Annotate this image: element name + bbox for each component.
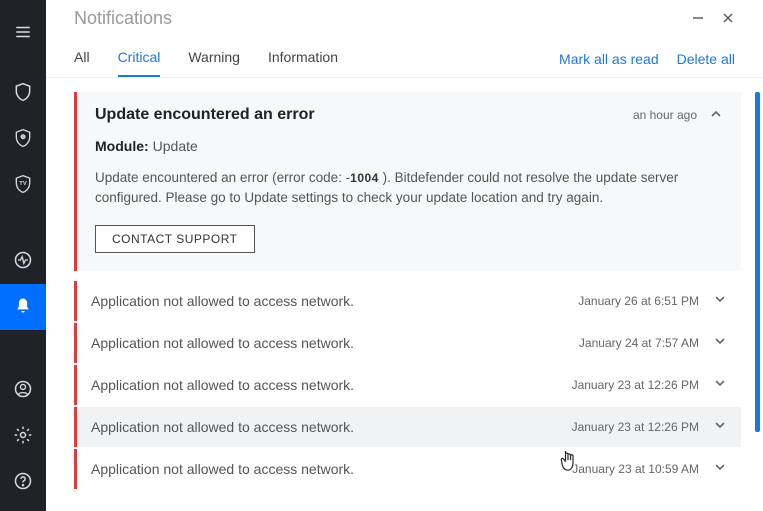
notification-row-time: January 23 at 10:59 AM: [572, 462, 699, 476]
notification-row-time: January 23 at 12:26 PM: [572, 378, 699, 392]
close-icon: [722, 11, 734, 27]
notification-row-msg: Application not allowed to access networ…: [91, 419, 572, 435]
tab-bar: All Critical Warning Information Mark al…: [46, 33, 763, 78]
expand-button[interactable]: [713, 420, 727, 434]
notification-title: Update encountered an error: [95, 106, 633, 124]
chevron-down-icon: [714, 293, 726, 308]
menu-button[interactable]: [0, 10, 46, 56]
sidebar-item-shield-tv[interactable]: TV: [0, 162, 46, 208]
minimize-icon: [692, 11, 704, 27]
notification-row[interactable]: Application not allowed to access networ…: [74, 281, 741, 321]
sidebar-item-activity[interactable]: [0, 238, 46, 284]
notification-row[interactable]: Application not allowed to access networ…: [74, 449, 741, 489]
chevron-down-icon: [714, 377, 726, 392]
scrollbar-thumb[interactable]: [755, 92, 760, 432]
notification-row-msg: Application not allowed to access networ…: [91, 335, 579, 351]
sidebar-item-help[interactable]: [0, 459, 46, 505]
close-button[interactable]: [713, 9, 743, 29]
sidebar: TV: [0, 0, 46, 511]
expand-button[interactable]: [713, 462, 727, 476]
contact-support-button[interactable]: CONTACT SUPPORT: [95, 225, 255, 253]
page-title: Notifications: [74, 8, 683, 29]
notification-time: an hour ago: [633, 108, 697, 122]
expand-button[interactable]: [713, 294, 727, 308]
notification-row-msg: Application not allowed to access networ…: [91, 461, 572, 477]
shield-icon: [13, 82, 33, 105]
sidebar-item-notifications[interactable]: [0, 284, 46, 330]
tab-information[interactable]: Information: [268, 43, 338, 77]
notification-row[interactable]: Application not allowed to access networ…: [74, 407, 741, 447]
user-icon: [13, 379, 33, 402]
notification-row-time: January 23 at 12:26 PM: [572, 420, 699, 434]
delete-all-link[interactable]: Delete all: [677, 51, 735, 67]
collapse-button[interactable]: [709, 108, 723, 122]
notification-module: Module:Update: [95, 138, 723, 154]
expand-button[interactable]: [713, 378, 727, 392]
gear-icon: [13, 425, 33, 448]
notification-row-msg: Application not allowed to access networ…: [91, 293, 578, 309]
notification-row[interactable]: Application not allowed to access networ…: [74, 323, 741, 363]
chevron-down-icon: [714, 461, 726, 476]
notifications-list: Update encountered an error an hour ago …: [46, 78, 763, 511]
notification-row-time: January 24 at 7:57 AM: [579, 336, 699, 350]
tab-critical[interactable]: Critical: [118, 43, 161, 77]
tab-all[interactable]: All: [74, 43, 90, 77]
titlebar: Notifications: [46, 0, 763, 33]
sidebar-item-settings[interactable]: [0, 413, 46, 459]
notification-row[interactable]: Application not allowed to access networ…: [74, 365, 741, 405]
hamburger-icon: [14, 23, 32, 44]
eye-shield-icon: [13, 128, 33, 151]
chevron-down-icon: [714, 335, 726, 350]
sidebar-item-account[interactable]: [0, 367, 46, 413]
expand-button[interactable]: [713, 336, 727, 350]
main-panel: Notifications All Critical Warning Infor…: [46, 0, 763, 511]
chevron-up-icon: [710, 108, 722, 123]
bell-icon: [13, 296, 33, 319]
notification-body: Update encountered an error (error code:…: [95, 168, 723, 209]
sidebar-item-privacy[interactable]: [0, 116, 46, 162]
notification-row-msg: Application not allowed to access networ…: [91, 377, 572, 393]
sidebar-item-protection[interactable]: [0, 70, 46, 116]
svg-text:TV: TV: [19, 180, 27, 186]
minimize-button[interactable]: [683, 9, 713, 29]
help-icon: [13, 471, 33, 494]
chevron-down-icon: [714, 419, 726, 434]
mark-all-read-link[interactable]: Mark all as read: [559, 51, 659, 67]
tv-shield-icon: TV: [13, 174, 33, 197]
notification-row-time: January 26 at 6:51 PM: [578, 294, 699, 308]
activity-icon: [13, 250, 33, 273]
tab-warning[interactable]: Warning: [188, 43, 240, 77]
notification-expanded: Update encountered an error an hour ago …: [74, 92, 741, 271]
